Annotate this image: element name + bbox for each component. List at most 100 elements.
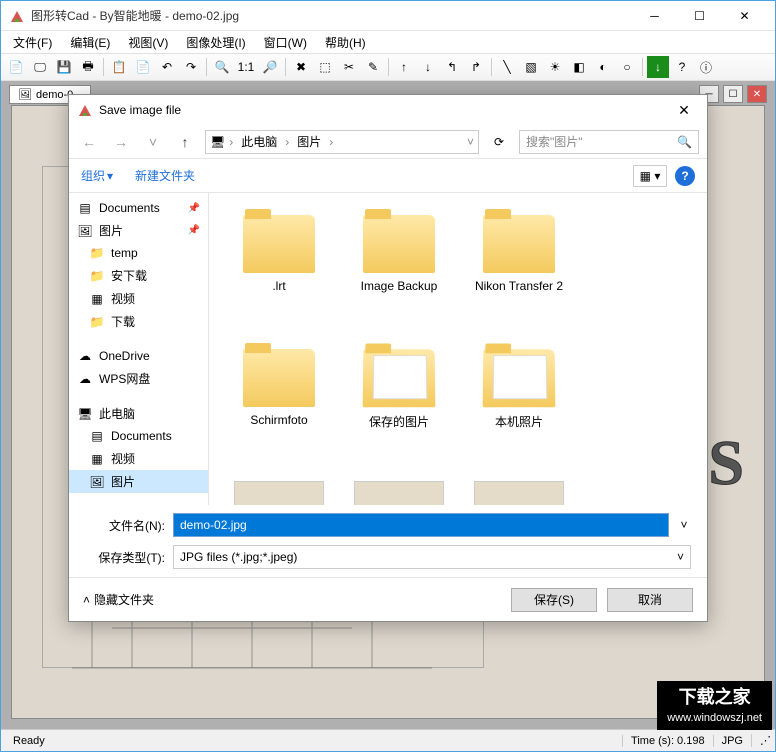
- tb-redo[interactable]: ↷: [180, 56, 202, 78]
- search-input[interactable]: 搜索"图片" 🔍: [519, 130, 699, 154]
- tb-help[interactable]: ?: [671, 56, 693, 78]
- tb-arrow-up[interactable]: ↑: [393, 56, 415, 78]
- sidebar-item-label: WPS网盘: [99, 370, 150, 387]
- view-mode-button[interactable]: ▦ ▾: [633, 165, 667, 187]
- nav-up-button[interactable]: ↑: [173, 130, 197, 154]
- bc-dropdown[interactable]: ˅: [467, 135, 474, 149]
- sidebar-item-3[interactable]: 📁安下载: [69, 264, 208, 287]
- save-button[interactable]: 保存(S): [511, 588, 597, 612]
- sidebar-item-2[interactable]: 📁temp: [69, 242, 208, 264]
- maximize-button[interactable]: ☐: [677, 1, 722, 30]
- file-item[interactable]: 保存的图片: [339, 337, 459, 467]
- dialog-footer: ˄ 隐藏文件夹 保存(S) 取消: [69, 577, 707, 621]
- tb-dropper[interactable]: ✎: [362, 56, 384, 78]
- vid-icon: ▦: [89, 291, 105, 307]
- nav-back-button[interactable]: ←: [77, 130, 101, 154]
- file-label: .lrt: [272, 279, 285, 293]
- sidebar-item-11[interactable]: ▤Documents: [69, 425, 208, 447]
- breadcrumb[interactable]: 🖥 › 此电脑 › 图片 › ˅: [205, 130, 479, 154]
- file-item[interactable]: 本机照片: [459, 337, 579, 467]
- sidebar-item-5[interactable]: 📁下载: [69, 310, 208, 333]
- tb-zoom-out[interactable]: 🔎: [259, 56, 281, 78]
- sidebar-item-label: 图片: [99, 222, 123, 239]
- sidebar-item-7[interactable]: ☁OneDrive: [69, 345, 208, 367]
- dialog-title-bar: Save image file ✕: [69, 95, 707, 125]
- organize-button[interactable]: 组织 ▾: [81, 167, 113, 184]
- help-button[interactable]: ?: [675, 166, 695, 186]
- tb-info[interactable]: ⓘ: [695, 56, 717, 78]
- image-icon: [474, 481, 564, 505]
- image-icon: [234, 481, 324, 505]
- pc-icon: 🖥: [77, 406, 93, 422]
- file-item[interactable]: demo-02.jpg: [219, 471, 339, 505]
- nav-recent-button[interactable]: ˅: [141, 130, 165, 154]
- cancel-button[interactable]: 取消: [607, 588, 693, 612]
- search-icon: 🔍: [677, 135, 692, 149]
- bc-this-pc[interactable]: 此电脑: [237, 133, 281, 150]
- new-folder-button[interactable]: 新建文件夹: [129, 163, 201, 188]
- tb-adjust[interactable]: ◐: [592, 56, 614, 78]
- filename-input[interactable]: [173, 513, 669, 537]
- menu-help[interactable]: 帮助(H): [317, 32, 374, 53]
- tb-zoom-in[interactable]: 🔍: [211, 56, 233, 78]
- file-item[interactable]: Image Backup: [339, 203, 459, 333]
- menu-file[interactable]: 文件(F): [5, 32, 60, 53]
- dialog-close-button[interactable]: ✕: [669, 96, 699, 124]
- tb-contrast[interactable]: ◧: [568, 56, 590, 78]
- sidebar-item-13[interactable]: 🖼图片: [69, 470, 208, 493]
- doc-max-button[interactable]: ☐: [723, 85, 743, 103]
- tb-copy[interactable]: 📋: [108, 56, 130, 78]
- tb-nw[interactable]: ▧: [520, 56, 542, 78]
- bc-pictures[interactable]: 图片: [293, 133, 325, 150]
- file-label: 保存的图片: [369, 413, 429, 430]
- nav-forward-button[interactable]: →: [109, 130, 133, 154]
- tb-circle[interactable]: ○: [616, 56, 638, 78]
- tb-new[interactable]: 📄: [5, 56, 27, 78]
- status-resize-grip[interactable]: ⋰: [751, 734, 771, 747]
- menu-image[interactable]: 图像处理(I): [178, 32, 253, 53]
- tb-line[interactable]: ╲: [496, 56, 518, 78]
- menu-view[interactable]: 视图(V): [120, 32, 176, 53]
- tb-sep: [491, 58, 492, 76]
- file-item[interactable]: [459, 471, 579, 505]
- tb-crop[interactable]: ✂: [338, 56, 360, 78]
- sidebar-item-4[interactable]: ▦视频: [69, 287, 208, 310]
- tb-undo[interactable]: ↶: [156, 56, 178, 78]
- menu-window[interactable]: 窗口(W): [256, 32, 315, 53]
- filename-dropdown[interactable]: ˅: [677, 518, 691, 532]
- close-button[interactable]: ✕: [722, 1, 767, 30]
- sidebar-item-0[interactable]: ▤Documents📌: [69, 197, 208, 219]
- tb-pointer[interactable]: ✖: [290, 56, 312, 78]
- file-item[interactable]: Schirmfoto: [219, 337, 339, 467]
- file-item[interactable]: .lrt: [219, 203, 339, 333]
- sidebar-item-1[interactable]: 🖼图片📌: [69, 219, 208, 242]
- tb-save[interactable]: 💾: [53, 56, 75, 78]
- tb-zoom-11[interactable]: 1:1: [235, 56, 257, 78]
- doc-close-button[interactable]: ✕: [747, 85, 767, 103]
- sidebar-item-8[interactable]: ☁WPS网盘: [69, 367, 208, 390]
- file-item[interactable]: Nikon Transfer 2: [459, 203, 579, 333]
- tb-arrow-r[interactable]: ↱: [465, 56, 487, 78]
- filetype-dropdown[interactable]: JPG files (*.jpg;*.jpeg) ˅: [173, 545, 691, 569]
- menu-edit[interactable]: 编辑(E): [62, 32, 118, 53]
- file-item[interactable]: demo-08.jpg: [339, 471, 459, 505]
- folder-icon: 📁: [89, 314, 105, 330]
- filetype-value: JPG files (*.jpg;*.jpeg): [180, 550, 297, 564]
- tb-print[interactable]: 🖶: [77, 56, 99, 78]
- refresh-button[interactable]: ⟳: [487, 130, 511, 154]
- tb-arrow-down[interactable]: ↓: [417, 56, 439, 78]
- tb-paste[interactable]: 📄: [132, 56, 154, 78]
- minimize-button[interactable]: ─: [632, 1, 677, 30]
- tb-bright[interactable]: ☀: [544, 56, 566, 78]
- hide-folders-toggle[interactable]: ˄ 隐藏文件夹: [83, 591, 154, 608]
- file-label: Schirmfoto: [250, 413, 307, 427]
- sidebar-item-12[interactable]: ▦视频: [69, 447, 208, 470]
- sidebar-item-label: OneDrive: [99, 349, 150, 363]
- tb-open[interactable]: 🖵: [29, 56, 51, 78]
- watermark: 下载之家 www.windowszj.net: [657, 681, 772, 730]
- sidebar-item-10[interactable]: 🖥此电脑: [69, 402, 208, 425]
- dialog-title: Save image file: [99, 103, 669, 117]
- tb-arrow-l[interactable]: ↰: [441, 56, 463, 78]
- tb-run[interactable]: ↓: [647, 56, 669, 78]
- tb-select[interactable]: ⬚: [314, 56, 336, 78]
